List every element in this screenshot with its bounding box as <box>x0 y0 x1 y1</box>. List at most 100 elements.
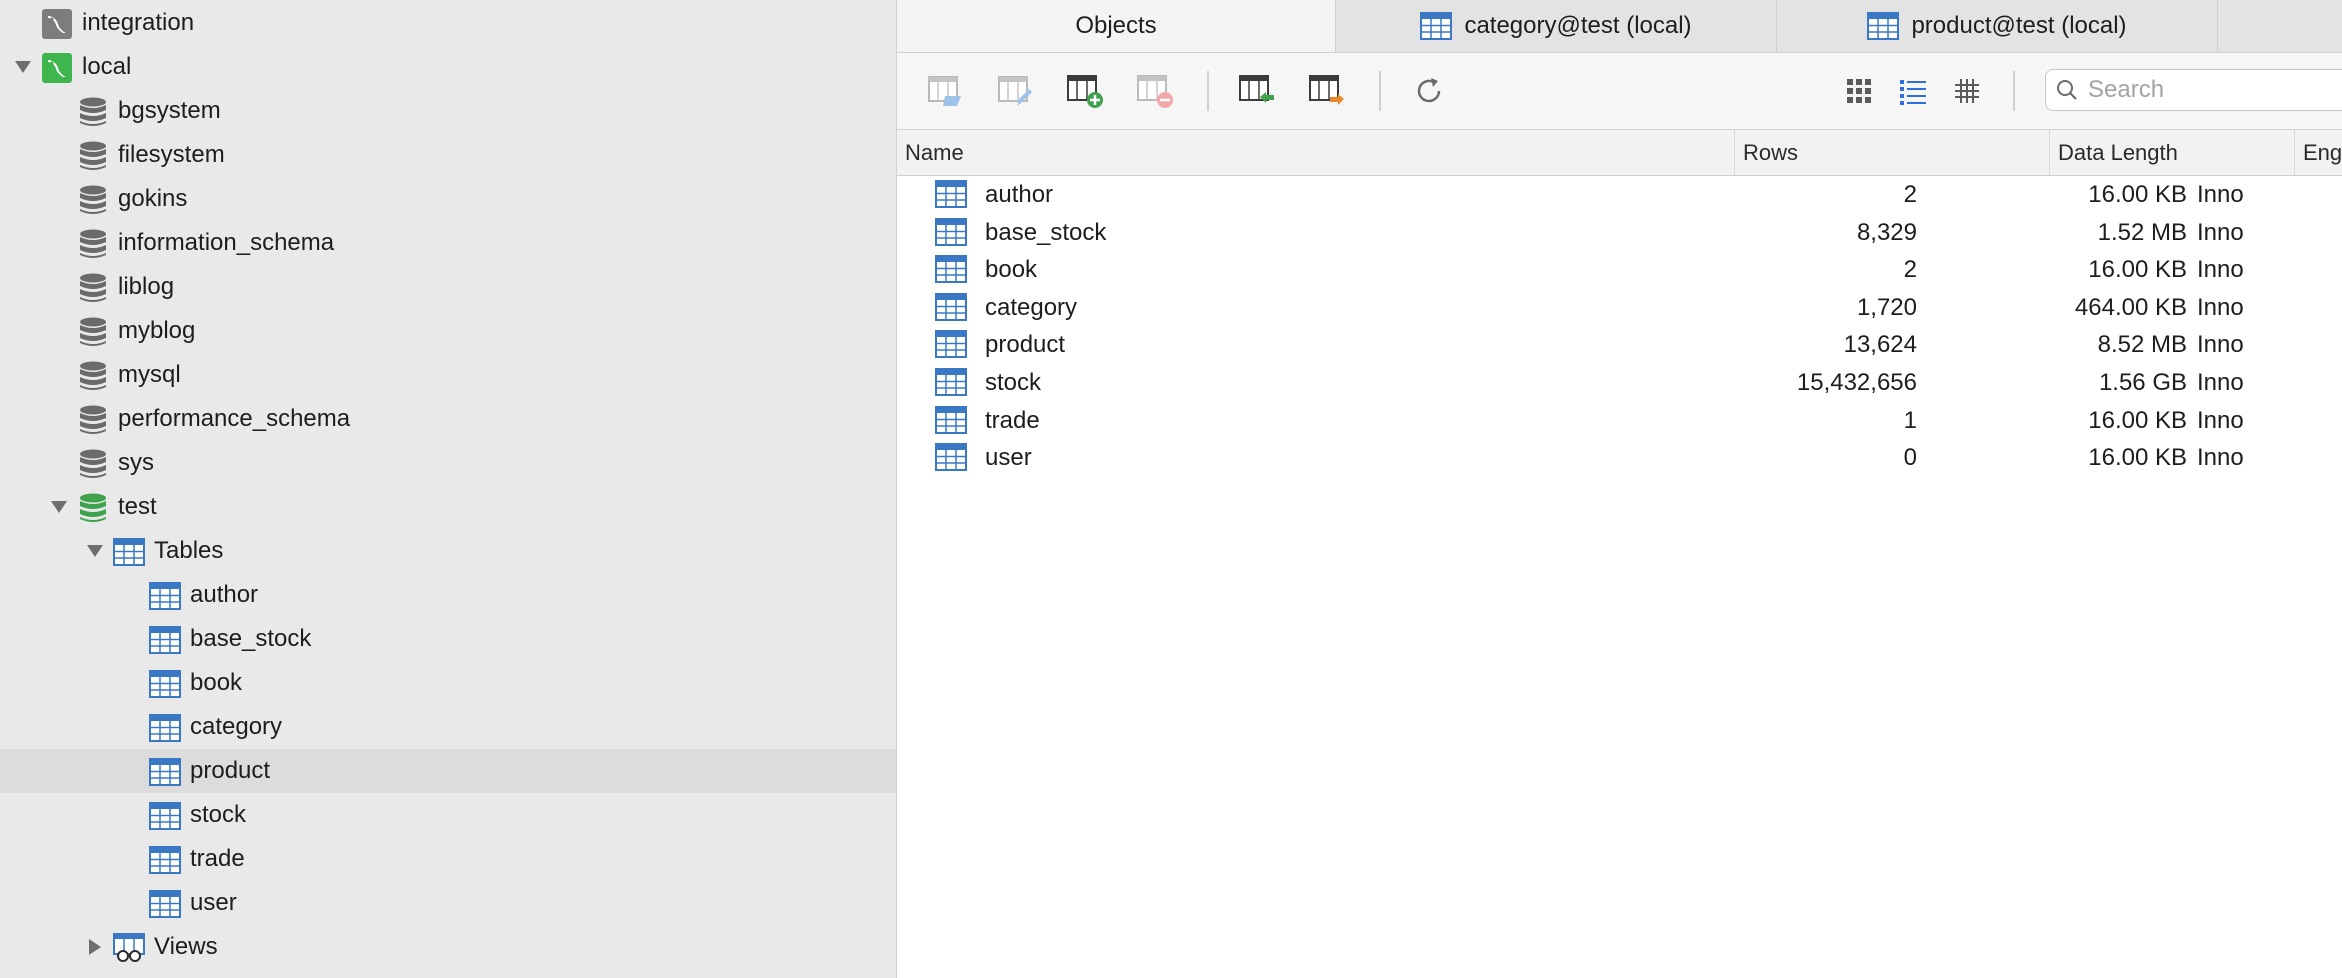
open-table-button[interactable] <box>925 71 965 111</box>
sidebar-table-product[interactable]: product <box>0 749 896 793</box>
sidebar-table-category[interactable]: category <box>0 705 896 749</box>
cell-rows: 8,329 <box>1856 218 1917 246</box>
tree-label: author <box>190 581 259 608</box>
column-header-name[interactable]: Name <box>897 130 1735 175</box>
database-icon <box>76 403 110 437</box>
views-icon <box>112 931 146 965</box>
toolbar-separator <box>2013 71 2015 111</box>
column-header-engine[interactable]: Eng <box>2295 130 2342 175</box>
sidebar-table-trade[interactable]: trade <box>0 837 896 881</box>
database-filesystem[interactable]: filesystem <box>0 133 896 177</box>
triangle-down-icon[interactable] <box>12 56 34 78</box>
cell-engine: Inno <box>2197 293 2244 321</box>
database-icon <box>76 447 110 481</box>
cell-name: base_stock <box>985 218 1107 246</box>
design-table-button[interactable] <box>995 71 1035 111</box>
database-sys[interactable]: sys <box>0 441 896 485</box>
cell-data-length: 464.00 KB <box>2074 293 2187 321</box>
connection-local[interactable]: local <box>0 45 896 89</box>
sidebar-table-stock[interactable]: stock <box>0 793 896 837</box>
tree-label: Views <box>154 933 218 960</box>
tree-label: product <box>190 757 271 784</box>
tab-product-test-local[interactable]: product@test (local) <box>1777 0 2218 52</box>
cell-name: book <box>985 256 1038 284</box>
database-information-schema[interactable]: information_schema <box>0 221 896 265</box>
new-table-button[interactable] <box>1065 71 1105 111</box>
connection-integration[interactable]: integration <box>0 1 896 45</box>
tree-label: book <box>190 669 243 696</box>
table-icon <box>148 711 182 745</box>
database-liblog[interactable]: liblog <box>0 265 896 309</box>
grid-view-icon[interactable] <box>1839 71 1879 111</box>
tree-label: stock <box>190 801 247 828</box>
import-wizard-button[interactable] <box>1237 71 1277 111</box>
tree-label: sys <box>118 449 154 476</box>
tab-label: Objects <box>1075 12 1157 39</box>
tab-category-test-local[interactable]: category@test (local) <box>1336 0 1777 52</box>
triangle-right-icon[interactable] <box>84 936 106 958</box>
cell-data-length: 1.52 MB <box>2097 218 2187 246</box>
cell-rows: 1 <box>1903 406 1917 434</box>
cell-data-length: 16.00 KB <box>2088 444 2187 472</box>
cell-engine: Inno <box>2197 256 2244 284</box>
database-test[interactable]: test <box>0 485 896 529</box>
triangle-down-icon[interactable] <box>84 540 106 562</box>
tree-label: base_stock <box>190 625 312 652</box>
database-myblog[interactable]: myblog <box>0 309 896 353</box>
delete-table-button[interactable] <box>1135 71 1175 111</box>
sidebar-table-book[interactable]: book <box>0 661 896 705</box>
tab-label: product@test (local) <box>1911 12 2127 39</box>
tree-group-tables[interactable]: Tables <box>0 529 896 573</box>
cell-data-length: 1.56 GB <box>2098 369 2187 396</box>
cell-engine: Inno <box>2197 218 2244 246</box>
table-row[interactable]: base_stock 8,329 1.52 MB Inno <box>897 214 2342 252</box>
tree-group-views[interactable]: Views <box>0 925 896 969</box>
refresh-button[interactable] <box>1409 71 1449 111</box>
cell-engine: Inno <box>2197 331 2244 359</box>
table-icon <box>1420 12 1453 40</box>
table-icon <box>148 755 182 789</box>
cell-data-length: 8.52 MB <box>2097 331 2187 359</box>
database-icon <box>76 95 110 129</box>
database-bgsystem[interactable]: bgsystem <box>0 89 896 133</box>
search-input[interactable] <box>2086 75 2330 105</box>
database-mysql[interactable]: mysql <box>0 353 896 397</box>
tab-objects[interactable]: Objects <box>897 0 1336 52</box>
table-icon <box>148 887 182 921</box>
sidebar-table-base-stock[interactable]: base_stock <box>0 617 896 661</box>
column-header-data-length[interactable]: Data Length <box>2050 130 2295 175</box>
sidebar-table-author[interactable]: author <box>0 573 896 617</box>
database-performance-schema[interactable]: performance_schema <box>0 397 896 441</box>
detail-view-icon[interactable] <box>1947 71 1987 111</box>
tree-label: liblog <box>118 273 175 300</box>
tab-label: category@test (local) <box>1464 12 1692 39</box>
table-row[interactable]: book 2 16.00 KB Inno <box>897 251 2342 289</box>
cell-data-length: 16.00 KB <box>2088 181 2187 208</box>
table-row[interactable]: author 2 16.00 KB Inno <box>897 176 2342 214</box>
table-icon <box>935 217 969 248</box>
table-row[interactable]: trade 1 16.00 KB Inno <box>897 402 2342 440</box>
list-view-icon[interactable] <box>1893 71 1933 111</box>
export-wizard-button[interactable] <box>1307 71 1347 111</box>
table-icon <box>1867 12 1900 40</box>
table-icon <box>935 405 969 436</box>
column-header-rows[interactable]: Rows <box>1735 130 2050 175</box>
triangle-down-icon[interactable] <box>48 496 70 518</box>
database-gokins[interactable]: gokins <box>0 177 896 221</box>
tree-label: filesystem <box>118 141 225 168</box>
database-open-icon <box>76 491 110 525</box>
table-row[interactable]: product 13,624 8.52 MB Inno <box>897 326 2342 364</box>
search-field[interactable] <box>2045 69 2342 111</box>
table-row[interactable]: category 1,720 464.00 KB Inno <box>897 289 2342 327</box>
table-row[interactable]: stock 15,432,656 1.56 GB Inno <box>897 364 2342 402</box>
table-row[interactable]: user 0 16.00 KB Inno <box>897 439 2342 477</box>
cell-engine: Inno <box>2197 181 2244 208</box>
tree-label: category <box>190 713 283 740</box>
database-icon <box>76 315 110 349</box>
sidebar-table-user[interactable]: user <box>0 881 896 925</box>
tree-label: information_schema <box>118 229 335 256</box>
table-icon <box>148 623 182 657</box>
toolbar-separator <box>1207 71 1209 111</box>
tree-label: mysql <box>118 361 181 388</box>
table-icon <box>935 368 969 398</box>
